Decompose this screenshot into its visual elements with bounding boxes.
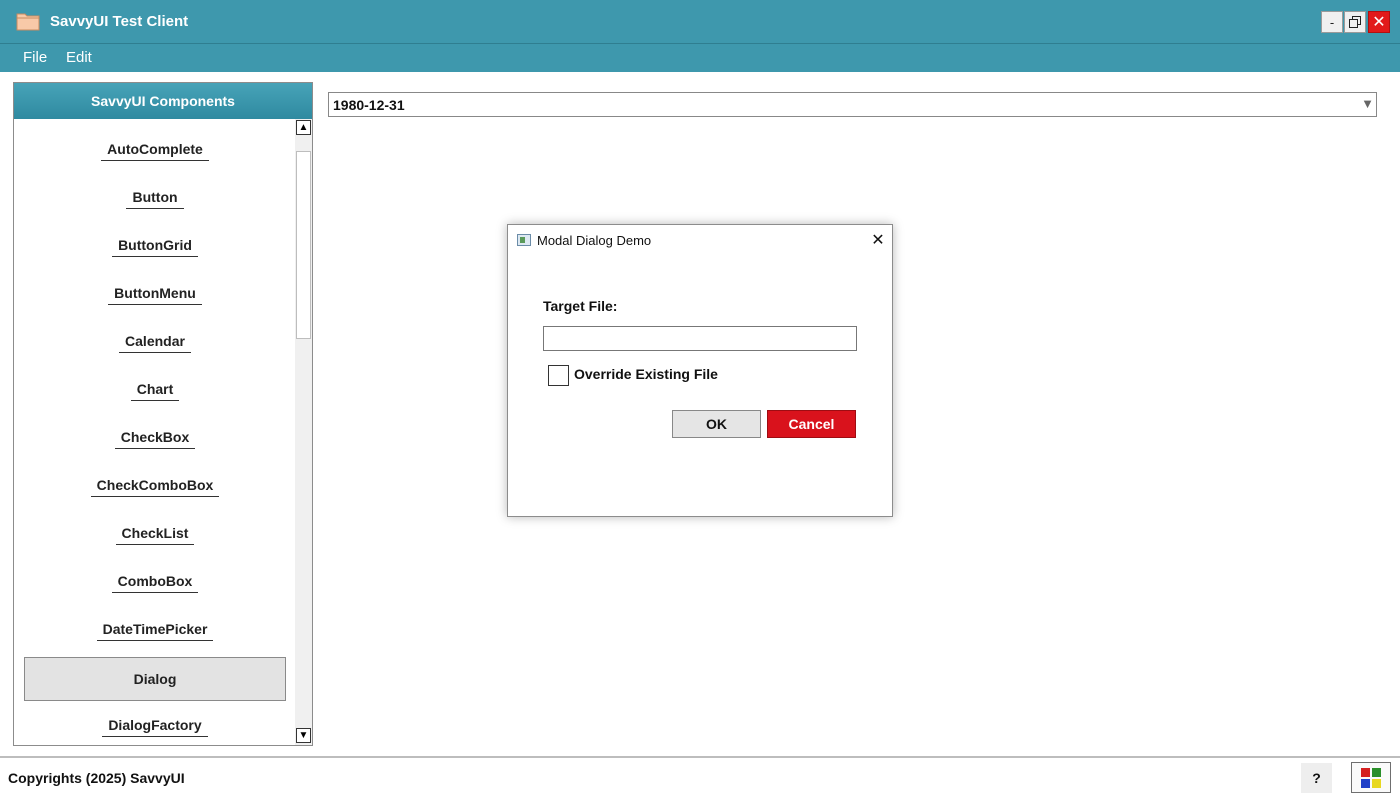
dialog-title: Modal Dialog Demo bbox=[537, 233, 652, 248]
sidebar-item-checklist[interactable]: CheckList bbox=[24, 513, 286, 557]
sidebar-item-dialogfactory[interactable]: DialogFactory bbox=[24, 705, 286, 745]
modal-dialog: Modal Dialog Demo ✕ Target File: Overrid… bbox=[507, 224, 893, 517]
minimize-button[interactable]: - bbox=[1321, 11, 1343, 33]
scrollbar-thumb[interactable] bbox=[296, 151, 311, 339]
components-scrollbar[interactable]: ▲ ▼ bbox=[295, 119, 312, 745]
cancel-button[interactable]: Cancel bbox=[767, 410, 856, 438]
sidebar-item-combobox[interactable]: ComboBox bbox=[24, 561, 286, 605]
sidebar-item-label: CheckList bbox=[115, 525, 195, 545]
components-list: AutoComplete Button ButtonGrid ButtonMen… bbox=[14, 119, 294, 745]
override-checkbox[interactable] bbox=[548, 365, 569, 386]
window-title: SavvyUI Test Client bbox=[50, 13, 189, 30]
sidebar-item-calendar[interactable]: Calendar bbox=[24, 321, 286, 365]
components-panel: SavvyUI Components AutoComplete Button B… bbox=[13, 82, 313, 746]
sidebar-item-checkbox[interactable]: CheckBox bbox=[24, 417, 286, 461]
menu-edit[interactable]: Edit bbox=[66, 49, 92, 66]
dialog-window-icon bbox=[517, 234, 531, 246]
sidebar-item-label: CheckComboBox bbox=[90, 477, 220, 497]
sidebar-item-label: ButtonGrid bbox=[112, 237, 198, 257]
components-panel-header: SavvyUI Components bbox=[14, 83, 312, 119]
sidebar-item-checkcombobox[interactable]: CheckComboBox bbox=[24, 465, 286, 509]
sidebar-item-label: Calendar bbox=[119, 333, 191, 353]
sidebar-item-dialog[interactable]: Dialog bbox=[24, 657, 286, 701]
sidebar-item-label: AutoComplete bbox=[101, 141, 209, 161]
date-picker[interactable]: 1980-12-31 ▼ bbox=[328, 92, 1377, 117]
scroll-up-arrow-icon[interactable]: ▲ bbox=[296, 120, 311, 135]
sidebar-item-label: DateTimePicker bbox=[96, 621, 214, 641]
menu-file[interactable]: File bbox=[23, 49, 47, 66]
target-file-input[interactable] bbox=[543, 326, 857, 351]
sidebar-item-button[interactable]: Button bbox=[24, 177, 286, 221]
help-button[interactable]: ? bbox=[1301, 763, 1332, 793]
menu-bar: File Edit bbox=[0, 44, 1400, 72]
sidebar-item-buttongrid[interactable]: ButtonGrid bbox=[24, 225, 286, 269]
sidebar-item-label: ButtonMenu bbox=[108, 285, 202, 305]
status-bar: Copyrights (2025) SavvyUI ? bbox=[0, 756, 1400, 799]
sidebar-item-label: CheckBox bbox=[114, 429, 196, 449]
sidebar-item-label: Chart bbox=[130, 381, 180, 401]
dropdown-arrow-icon[interactable]: ▼ bbox=[1361, 96, 1374, 111]
date-value: 1980-12-31 bbox=[333, 97, 405, 113]
ok-button[interactable]: OK bbox=[672, 410, 761, 438]
theme-grid-button[interactable] bbox=[1351, 762, 1391, 793]
sidebar-item-label: ComboBox bbox=[111, 573, 199, 593]
sidebar-item-autocomplete[interactable]: AutoComplete bbox=[24, 129, 286, 173]
sidebar-item-datetimepicker[interactable]: DateTimePicker bbox=[24, 609, 286, 653]
copyright-text: Copyrights (2025) SavvyUI bbox=[8, 770, 185, 786]
target-file-label: Target File: bbox=[543, 298, 618, 314]
restore-icon bbox=[1349, 16, 1361, 28]
dialog-close-icon[interactable]: ✕ bbox=[868, 230, 888, 250]
color-grid-icon bbox=[1361, 767, 1381, 788]
maximize-button[interactable] bbox=[1344, 11, 1366, 33]
scroll-down-arrow-icon[interactable]: ▼ bbox=[296, 728, 311, 743]
sidebar-item-buttonmenu[interactable]: ButtonMenu bbox=[24, 273, 286, 317]
title-bar: SavvyUI Test Client - ✕ bbox=[0, 0, 1400, 44]
override-checkbox-label[interactable]: Override Existing File bbox=[574, 366, 718, 382]
close-window-button[interactable]: ✕ bbox=[1368, 11, 1390, 33]
sidebar-item-label: DialogFactory bbox=[102, 717, 208, 737]
sidebar-item-label: Button bbox=[126, 189, 184, 209]
sidebar-item-chart[interactable]: Chart bbox=[24, 369, 286, 413]
sidebar-item-label: Dialog bbox=[133, 671, 177, 687]
folder-icon bbox=[16, 13, 40, 31]
